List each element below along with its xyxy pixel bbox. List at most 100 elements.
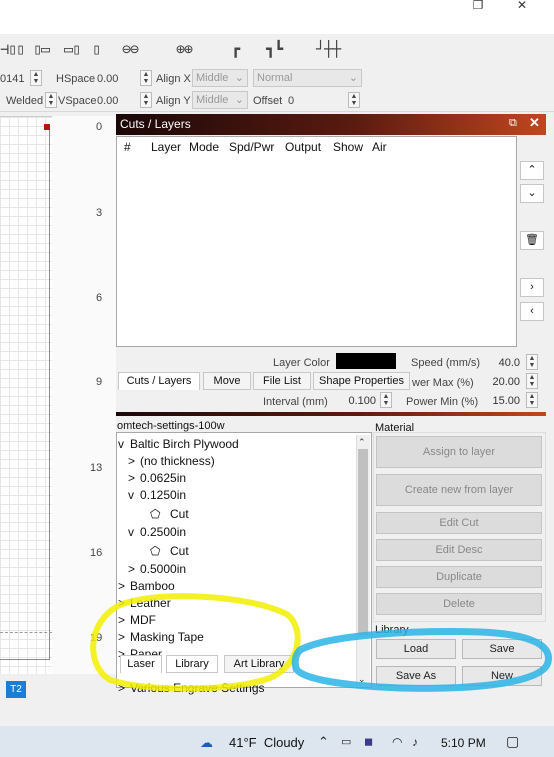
align-bottom-icon[interactable]: ▯▭ — [33, 39, 50, 59]
restore-icon[interactable]: ❐ — [468, 0, 488, 14]
aligny-select[interactable]: Middle ⌄ — [192, 91, 248, 109]
power-max-value[interactable]: 20.00 — [478, 374, 520, 390]
app-tray-icon[interactable]: ◼ — [364, 735, 373, 748]
distribute-v-icon[interactable]: ▯ — [92, 39, 101, 59]
power-max-label: wer Max (%) — [412, 377, 474, 389]
tree-item-cut[interactable]: ⬠ Cut — [150, 507, 189, 521]
tree-toggle[interactable]: > — [118, 579, 130, 593]
move-up-button[interactable]: ⌃ — [520, 161, 544, 180]
edit-desc-button[interactable]: Edit Desc — [376, 539, 542, 561]
speed-spin[interactable]: ▲ ▼ — [526, 354, 538, 370]
tree-toggle[interactable]: > — [118, 630, 130, 644]
hspace-spin[interactable]: ▲ ▼ — [140, 70, 152, 86]
tree-item[interactable]: >0.5000in — [128, 562, 186, 576]
hspace-label: HSpace — [56, 73, 96, 85]
tree-toggle[interactable]: v — [128, 525, 140, 539]
window-titlebar: ❐ ✕ — [0, 0, 554, 34]
distribute-icon[interactable]: ▭▯ — [64, 39, 81, 59]
collapse-left-button[interactable]: ‹ — [520, 302, 544, 321]
center-cross-icon[interactable]: ┘┼┼ — [316, 39, 341, 59]
tree-item[interactable]: v 0.1250in — [128, 488, 186, 502]
vspace-value[interactable]: 0.00 — [97, 94, 118, 108]
tab-library[interactable]: Library — [166, 655, 218, 673]
notification-icon[interactable]: ▢ — [506, 733, 519, 750]
new-button[interactable]: New — [462, 666, 542, 686]
alignx-label: Align X — [156, 73, 191, 85]
tray-chevron-icon[interactable]: ⌃ — [318, 734, 329, 750]
scroll-down-icon[interactable]: ⌄ — [358, 674, 366, 685]
power-min-spin[interactable]: ▲ ▼ — [526, 392, 538, 408]
tree-item[interactable]: >0.0625in — [128, 471, 186, 485]
vspace-spin[interactable]: ▲ ▼ — [140, 92, 152, 108]
tree-item[interactable]: > Bamboo — [118, 579, 175, 593]
tree-toggle[interactable]: > — [128, 471, 140, 485]
create-new-from-layer-button[interactable]: Create new from layer — [376, 474, 542, 506]
tree-toggle[interactable]: > — [118, 596, 130, 610]
tree-toggle[interactable]: > — [118, 681, 130, 695]
tree-item[interactable]: > Masking Tape — [118, 630, 204, 644]
tab-file-list[interactable]: File List — [253, 372, 311, 390]
tree-toggle[interactable]: > — [128, 562, 140, 576]
wifi-icon[interactable]: ◠ — [392, 735, 402, 749]
save-button[interactable]: Save — [462, 639, 542, 659]
volume-icon[interactable]: ♪ — [412, 735, 418, 749]
col-header: Spd/Pwr — [229, 140, 275, 154]
tab-art-library[interactable]: Art Library — [224, 655, 294, 673]
power-max-spin[interactable]: ▲ ▼ — [526, 373, 538, 389]
tree-toggle[interactable]: > — [128, 454, 140, 468]
delete-button[interactable]: Delete — [376, 593, 542, 615]
tree-item[interactable]: v 0.2500in — [128, 525, 186, 539]
battery-icon[interactable]: ▭ — [341, 735, 351, 748]
tab-cuts-layers[interactable]: Cuts / Layers — [118, 372, 200, 390]
corner-br-icon[interactable]: ┓┗ — [266, 39, 283, 59]
edit-cut-button[interactable]: Edit Cut — [376, 512, 542, 534]
mode-select[interactable]: Normal ⌄ — [253, 69, 362, 87]
speed-value[interactable]: 40.0 — [478, 355, 520, 371]
spin-left-2[interactable]: ▲ ▼ — [45, 92, 57, 108]
tab-move[interactable]: Move — [203, 372, 251, 390]
tree-item[interactable]: v Baltic Birch Plywood — [118, 437, 239, 451]
delete-layer-button[interactable]: 🗑 — [520, 231, 544, 250]
interval-value[interactable]: 0.100 — [336, 393, 376, 409]
spin-left-1[interactable]: ▲ ▼ — [30, 70, 42, 86]
ruler-tick: 13 — [90, 462, 103, 474]
hspace-value[interactable]: 0.00 — [97, 72, 118, 86]
offset-value[interactable]: 0 — [288, 94, 294, 108]
scroll-up-icon[interactable]: ⌃ — [358, 437, 366, 448]
scroll-thumb[interactable] — [358, 449, 368, 635]
expand-right-button[interactable]: › — [520, 278, 544, 297]
align-left-icon[interactable]: ⊣▯▯ — [0, 39, 25, 59]
tree-toggle[interactable]: v — [118, 437, 130, 451]
tree-item[interactable]: > MDF — [118, 613, 156, 627]
alignx-select[interactable]: Middle ⌄ — [192, 69, 248, 87]
cuts-table[interactable] — [116, 136, 517, 347]
save-as-button[interactable]: Save As — [376, 666, 456, 686]
tree-toggle[interactable]: > — [118, 613, 130, 627]
tree-item[interactable]: > (no thickness) — [128, 454, 215, 468]
close-panel-icon[interactable]: ✕ — [529, 115, 540, 131]
same-height-icon[interactable]: ⊖⊖ — [122, 39, 139, 59]
layer-color-swatch[interactable] — [336, 353, 396, 369]
tab-shape-properties[interactable]: Shape Properties — [313, 372, 410, 390]
tree-item[interactable]: > Various Engrave Settings — [118, 681, 265, 695]
corner-tl-icon[interactable]: ┏ — [231, 39, 240, 59]
duplicate-button[interactable]: Duplicate — [376, 566, 542, 588]
weather-text[interactable]: 41°F Cloudy — [229, 735, 304, 750]
offset-spin[interactable]: ▲ ▼ — [348, 92, 360, 108]
power-min-label: Power Min (%) — [406, 396, 479, 408]
same-width-icon[interactable]: ⊕⊕ — [176, 39, 193, 59]
t2-badge[interactable]: T2 — [6, 681, 26, 698]
move-down-button[interactable]: ⌄ — [520, 184, 544, 203]
close-icon[interactable]: ✕ — [512, 0, 532, 14]
tab-laser[interactable]: Laser — [120, 655, 162, 673]
tree-item[interactable]: > Leather — [118, 596, 171, 610]
assign-to-layer-button[interactable]: Assign to layer — [376, 436, 542, 468]
clock[interactable]: 5:10 PM — [441, 736, 486, 750]
power-min-value[interactable]: 15.00 — [478, 393, 520, 409]
interval-spin[interactable]: ▲ ▼ — [380, 392, 392, 408]
col-header: Mode — [189, 140, 220, 154]
float-icon[interactable]: ⧉ — [509, 117, 517, 130]
tree-item-cut[interactable]: ⬠ Cut — [150, 544, 189, 558]
load-button[interactable]: Load — [376, 639, 456, 659]
tree-toggle[interactable]: v — [128, 488, 140, 502]
